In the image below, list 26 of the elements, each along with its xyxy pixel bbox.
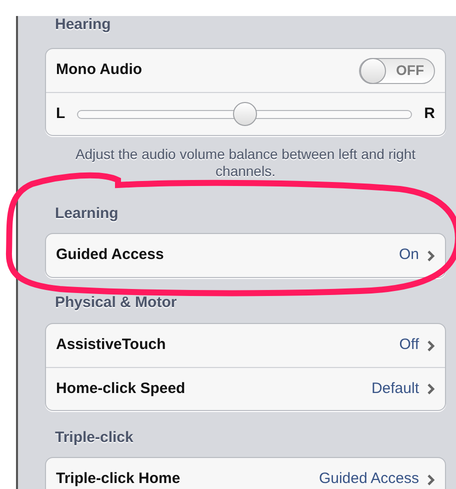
slider-max-label: R [424,104,435,124]
section-header: Learning [54,205,120,223]
chevron-icon [427,250,435,262]
setting-label: Mono Audio [56,60,142,80]
setting-value: Off [399,335,419,356]
setting-label: AssistiveTouch [56,335,166,356]
toggle-switch[interactable]: OFF [359,58,435,84]
setting-value: On [398,245,419,266]
settings-row[interactable]: Guided Access On [46,234,445,277]
setting-label: Guided Access [56,245,164,266]
settings-row[interactable]: Home-click Speed Default [46,367,445,410]
chevron-icon [427,474,435,486]
slider-min-label: L [56,104,66,124]
chevron-icon [427,340,435,352]
setting-label: Home-click Speed [56,378,186,399]
section-header: Hearing [54,16,112,34]
section-header: Triple-click [54,429,134,447]
slider-thumb[interactable] [232,102,257,126]
chevron-icon [427,383,435,395]
section-footer: Adjust the audio volume balance between left and right channels. [45,146,446,180]
setting-label: Triple-click Home [56,469,180,489]
setting-value: Default [371,378,419,399]
settings-row[interactable]: Triple-click Home Guided Access [46,458,445,489]
settings-row[interactable]: AssistiveTouch Off [46,324,445,367]
section-header: Physical & Motor [54,294,178,312]
setting-value: Guided Access [318,469,419,489]
